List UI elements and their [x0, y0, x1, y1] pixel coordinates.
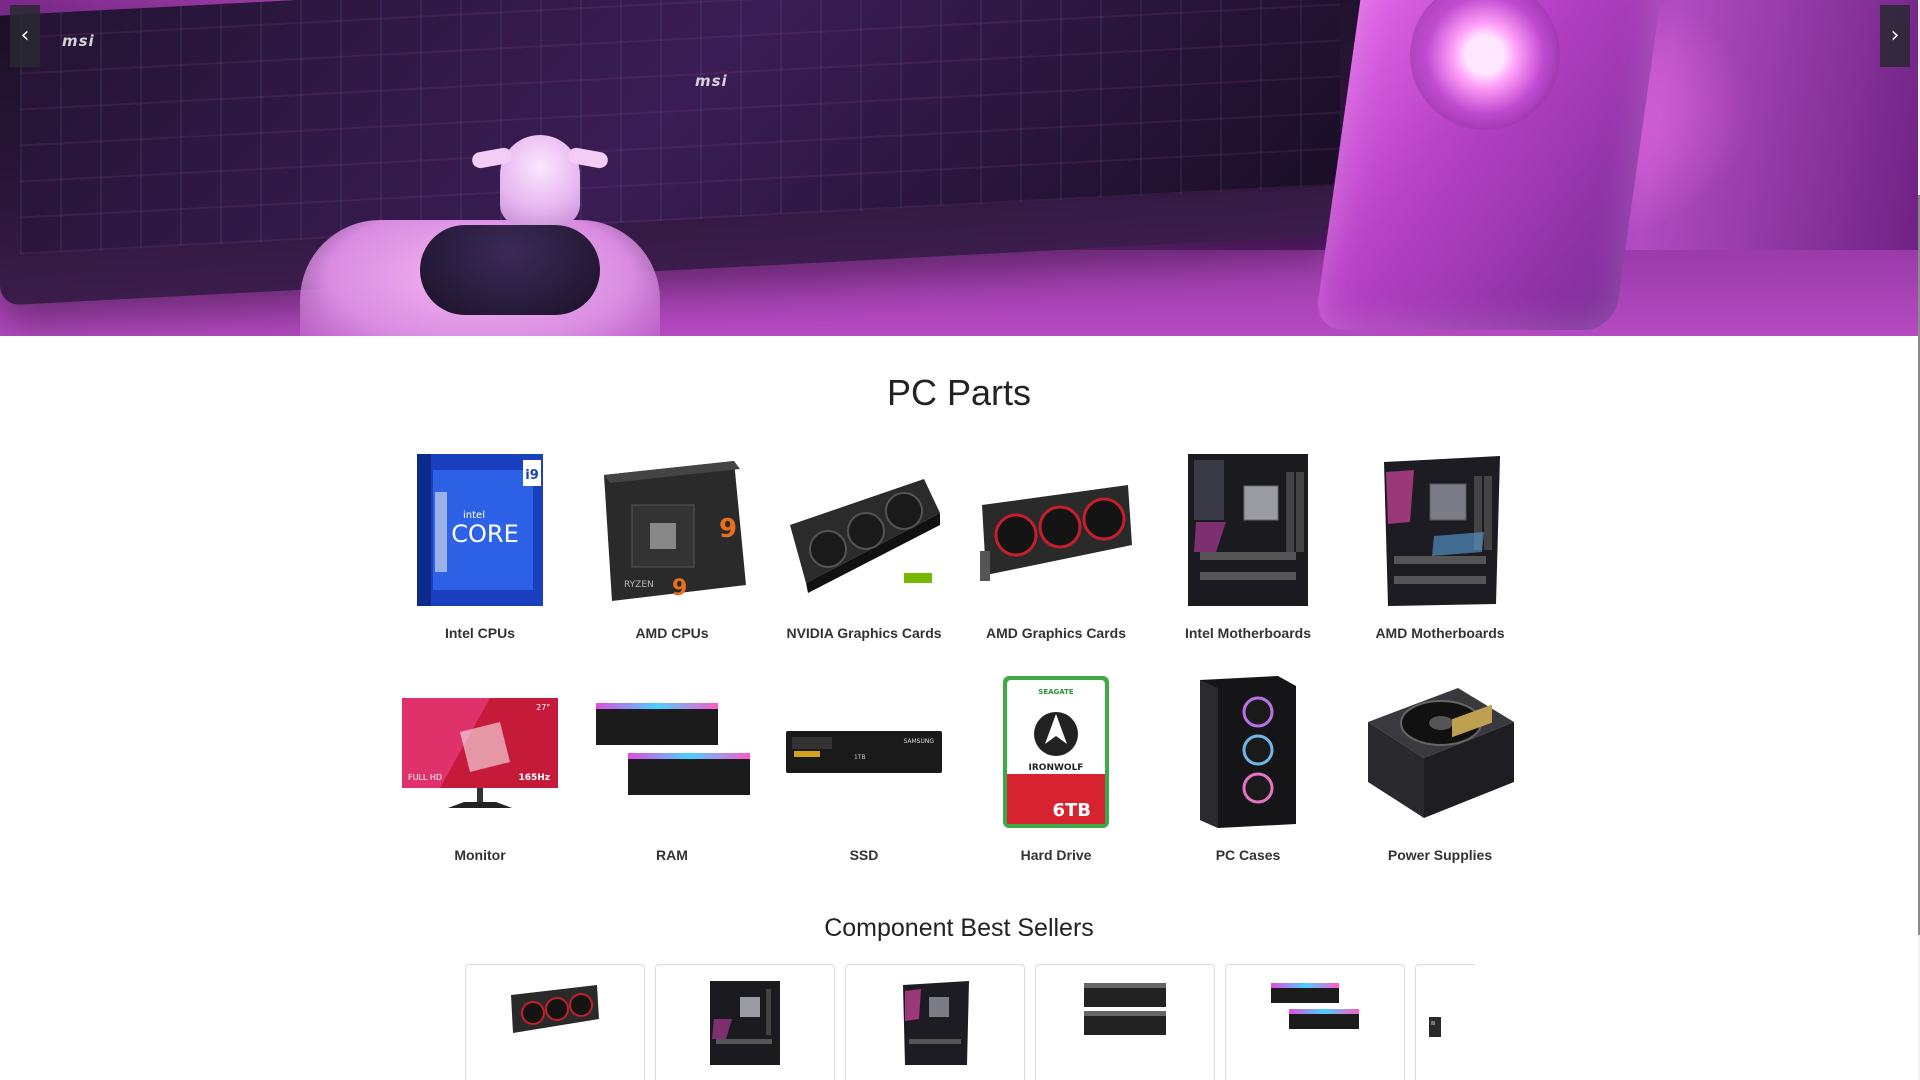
carousel-prev-button[interactable]: ‹: [10, 5, 40, 67]
ram-icon: [592, 672, 752, 832]
amd-gpu-icon: [976, 450, 1136, 610]
best-seller-card[interactable]: [1415, 964, 1475, 1080]
hero-brand-logo: msi: [62, 32, 95, 50]
part-label: Power Supplies: [1387, 847, 1493, 863]
svg-text:6TB: 6TB: [1052, 800, 1091, 821]
part-ssd[interactable]: SAMSUNG 1TB SSD: [768, 672, 960, 894]
best-seller-card[interactable]: [465, 964, 645, 1080]
hero-figurine: [500, 135, 580, 225]
part-label: AMD Motherboards: [1375, 625, 1505, 641]
best-sellers-carousel[interactable]: [465, 964, 1475, 1080]
hero-brand-logo: msi: [695, 72, 728, 90]
intel-motherboard-icon: [1168, 450, 1328, 610]
svg-text:FULL HD: FULL HD: [408, 773, 442, 782]
motherboard-icon: [708, 979, 782, 1072]
best-seller-card[interactable]: [655, 964, 835, 1080]
part-intel-motherboards[interactable]: Intel Motherboards: [1152, 450, 1344, 672]
part-label: AMD CPUs: [635, 625, 709, 641]
part-pc-cases[interactable]: PC Cases: [1152, 672, 1344, 894]
part-power-supplies[interactable]: Power Supplies: [1344, 672, 1536, 894]
svg-text:165Hz: 165Hz: [518, 773, 550, 783]
intel-cpu-box-icon: i9 intel CORE: [400, 450, 560, 610]
part-label: SSD: [849, 847, 879, 863]
hero-controller: [420, 225, 600, 315]
nvidia-gpu-icon: [784, 450, 944, 610]
part-label: Monitor: [454, 847, 506, 863]
best-sellers-title: Component Best Sellers: [824, 914, 1094, 942]
amd-cpu-box-icon: 9 RYZEN 9: [592, 450, 752, 610]
svg-text:9: 9: [719, 514, 737, 544]
part-label: Intel Motherboards: [1184, 625, 1311, 641]
power-supply-icon: [1360, 672, 1520, 832]
part-nvidia-graphics-cards[interactable]: NVIDIA Graphics Cards: [768, 450, 960, 672]
svg-text:9: 9: [672, 576, 687, 601]
part-hard-drive[interactable]: SEAGATE IRONWOLF 6TB Hard Drive: [960, 672, 1152, 894]
hero-banner[interactable]: msi msi msi: [0, 0, 1918, 336]
monitor-icon: 27" 165Hz FULL HD: [400, 672, 560, 832]
svg-text:SAMSUNG: SAMSUNG: [903, 738, 934, 745]
part-ram[interactable]: RAM: [576, 672, 768, 894]
component-icon: [1427, 1015, 1443, 1044]
best-seller-card[interactable]: [1035, 964, 1215, 1080]
svg-text:i9: i9: [525, 468, 539, 483]
svg-text:27": 27": [536, 703, 550, 712]
hard-drive-icon: SEAGATE IRONWOLF 6TB: [976, 672, 1136, 832]
svg-text:1TB: 1TB: [854, 754, 866, 761]
ram-icon: [1082, 979, 1168, 1044]
svg-text:CORE: CORE: [451, 520, 519, 548]
part-label: Intel CPUs: [444, 625, 515, 641]
part-monitor[interactable]: 27" 165Hz FULL HD Monitor: [384, 672, 576, 894]
svg-text:IRONWOLF: IRONWOLF: [1029, 763, 1084, 773]
hero-monitor-screen: [20, 0, 1340, 255]
part-label: Hard Drive: [1020, 847, 1092, 863]
svg-text:SEAGATE: SEAGATE: [1038, 688, 1074, 696]
part-amd-graphics-cards[interactable]: AMD Graphics Cards: [960, 450, 1152, 672]
motherboard-icon: [897, 979, 973, 1072]
gpu-icon: [509, 979, 601, 1044]
best-seller-card[interactable]: [845, 964, 1025, 1080]
part-label: RAM: [656, 847, 688, 863]
part-amd-cpus[interactable]: 9 RYZEN 9 AMD CPUs: [576, 450, 768, 672]
best-seller-card[interactable]: [1225, 964, 1405, 1080]
ssd-icon: SAMSUNG 1TB: [784, 672, 944, 832]
pc-case-icon: [1168, 672, 1328, 832]
pc-parts-title: PC Parts: [886, 372, 1032, 413]
ram-icon: [1269, 979, 1361, 1040]
carousel-next-button[interactable]: ›: [1880, 5, 1910, 67]
part-label: PC Cases: [1215, 847, 1281, 863]
svg-text:RYZEN: RYZEN: [624, 580, 654, 590]
part-label: NVIDIA Graphics Cards: [786, 625, 942, 641]
part-intel-cpus[interactable]: i9 intel CORE Intel CPUs: [384, 450, 576, 672]
part-label: AMD Graphics Cards: [985, 625, 1127, 641]
pc-parts-grid: i9 intel CORE Intel CPUs 9 RYZEN 9 AMD C…: [384, 450, 1536, 894]
amd-motherboard-icon: [1360, 450, 1520, 610]
part-amd-motherboards[interactable]: AMD Motherboards: [1344, 450, 1536, 672]
